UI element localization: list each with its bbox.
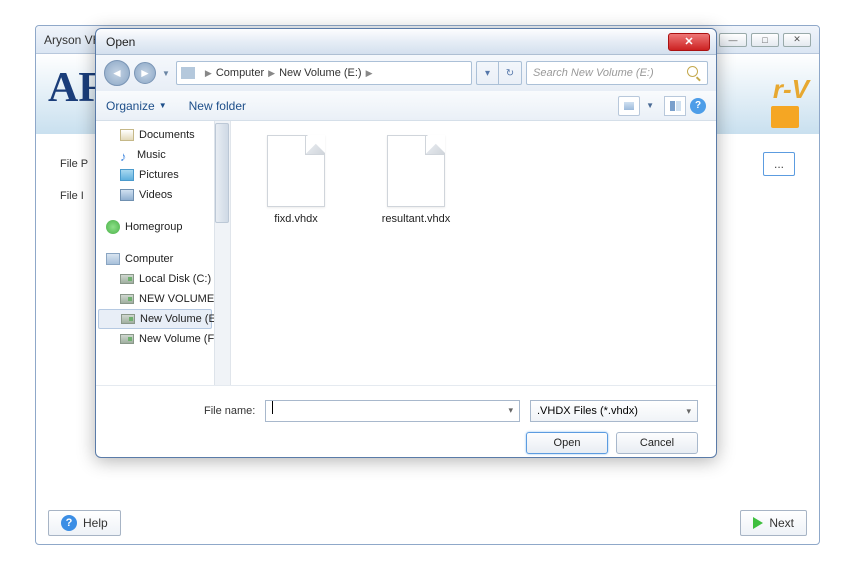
music-icon — [120, 149, 132, 161]
drive-icon — [120, 294, 134, 304]
new-folder-label: New folder — [189, 99, 246, 113]
tree-documents[interactable]: Documents — [96, 125, 230, 145]
drive-icon — [181, 67, 195, 79]
tree-homegroup[interactable]: Homegroup — [96, 217, 230, 237]
refresh-icon: ↻ — [499, 62, 521, 84]
file-name: resultant.vhdx — [382, 213, 450, 225]
refresh-button[interactable]: ▾ ↻ — [476, 61, 522, 85]
search-icon — [687, 66, 701, 80]
pictures-icon — [120, 169, 134, 181]
help-icon: ? — [61, 515, 77, 531]
file-list[interactable]: fixd.vhdx resultant.vhdx — [231, 121, 716, 385]
nav-tree: Documents Music Pictures Videos Homegrou… — [96, 121, 231, 385]
chevron-down-icon[interactable]: ▼ — [646, 101, 654, 110]
open-dialog: Open ✕ ◄ ► ▼ ▶ Computer ▶ New Volume (E:… — [95, 28, 717, 458]
help-label: Help — [83, 516, 108, 530]
file-name-input[interactable] — [265, 400, 520, 422]
organize-label: Organize — [106, 99, 155, 113]
toolbar: Organize ▼ New folder ▼ ? — [96, 91, 716, 121]
dialog-titlebar: Open ✕ — [96, 29, 716, 55]
scrollbar-thumb[interactable] — [215, 123, 229, 223]
tree-computer[interactable]: Computer — [96, 249, 230, 269]
breadcrumb-volume[interactable]: New Volume (E:) — [279, 67, 362, 79]
file-name-label: File name: — [204, 405, 255, 417]
tree-scrollbar[interactable] — [214, 121, 230, 385]
arrow-right-icon — [753, 517, 763, 529]
view-mode-button[interactable] — [618, 96, 640, 116]
tree-new-volume-e[interactable]: New Volume (E:) — [98, 309, 212, 329]
chevron-down-icon: ▾ — [477, 62, 499, 84]
file-item[interactable]: resultant.vhdx — [371, 135, 461, 225]
nav-bar: ◄ ► ▼ ▶ Computer ▶ New Volume (E:) ▶ ▾ ↻… — [96, 55, 716, 91]
help-button[interactable]: ? Help — [48, 510, 121, 536]
dialog-close-button[interactable]: ✕ — [668, 33, 710, 51]
dialog-title: Open — [106, 35, 668, 49]
nav-forward-button[interactable]: ► — [134, 62, 156, 84]
cancel-button[interactable]: Cancel — [616, 432, 698, 454]
close-button[interactable]: ✕ — [783, 33, 811, 47]
maximize-button[interactable]: □ — [751, 33, 779, 47]
next-button[interactable]: Next — [740, 510, 807, 536]
homegroup-icon — [106, 220, 120, 234]
documents-icon — [120, 129, 134, 141]
nav-back-button[interactable]: ◄ — [104, 60, 130, 86]
search-placeholder: Search New Volume (E:) — [533, 67, 687, 79]
open-button[interactable]: Open — [526, 432, 608, 454]
tree-new-volume-f[interactable]: New Volume (F:) — [96, 329, 230, 349]
browse-button[interactable]: ... — [763, 152, 795, 176]
minimize-button[interactable]: — — [719, 33, 747, 47]
file-name: fixd.vhdx — [274, 213, 317, 225]
tree-new-volume-d[interactable]: NEW VOLUME (D — [96, 289, 230, 309]
drive-icon — [120, 274, 134, 284]
file-icon — [387, 135, 445, 207]
tree-pictures[interactable]: Pictures — [96, 165, 230, 185]
videos-icon — [120, 189, 134, 201]
file-type-filter[interactable]: .VHDX Files (*.vhdx) — [530, 400, 698, 422]
chevron-down-icon: ▼ — [159, 101, 167, 110]
tree-local-disk-c[interactable]: Local Disk (C:) — [96, 269, 230, 289]
new-folder-button[interactable]: New folder — [189, 99, 246, 113]
drive-icon — [120, 334, 134, 344]
tree-music[interactable]: Music — [96, 145, 230, 165]
chevron-right-icon: ▶ — [366, 68, 373, 79]
computer-icon — [106, 253, 120, 265]
drive-icon — [121, 314, 135, 324]
file-item[interactable]: fixd.vhdx — [251, 135, 341, 225]
next-label: Next — [769, 516, 794, 530]
search-input[interactable]: Search New Volume (E:) — [526, 61, 708, 85]
tree-videos[interactable]: Videos — [96, 185, 230, 205]
organize-menu[interactable]: Organize ▼ — [106, 99, 167, 113]
file-icon — [267, 135, 325, 207]
nav-history-dropdown[interactable]: ▼ — [162, 69, 170, 78]
chevron-right-icon: ▶ — [205, 68, 212, 79]
banner-icon — [771, 106, 799, 128]
preview-pane-button[interactable] — [664, 96, 686, 116]
banner-right-text: r-V — [773, 74, 809, 105]
help-icon[interactable]: ? — [690, 98, 706, 114]
breadcrumb[interactable]: ▶ Computer ▶ New Volume (E:) ▶ — [176, 61, 472, 85]
chevron-right-icon: ▶ — [268, 68, 275, 79]
breadcrumb-computer[interactable]: Computer — [216, 67, 264, 79]
